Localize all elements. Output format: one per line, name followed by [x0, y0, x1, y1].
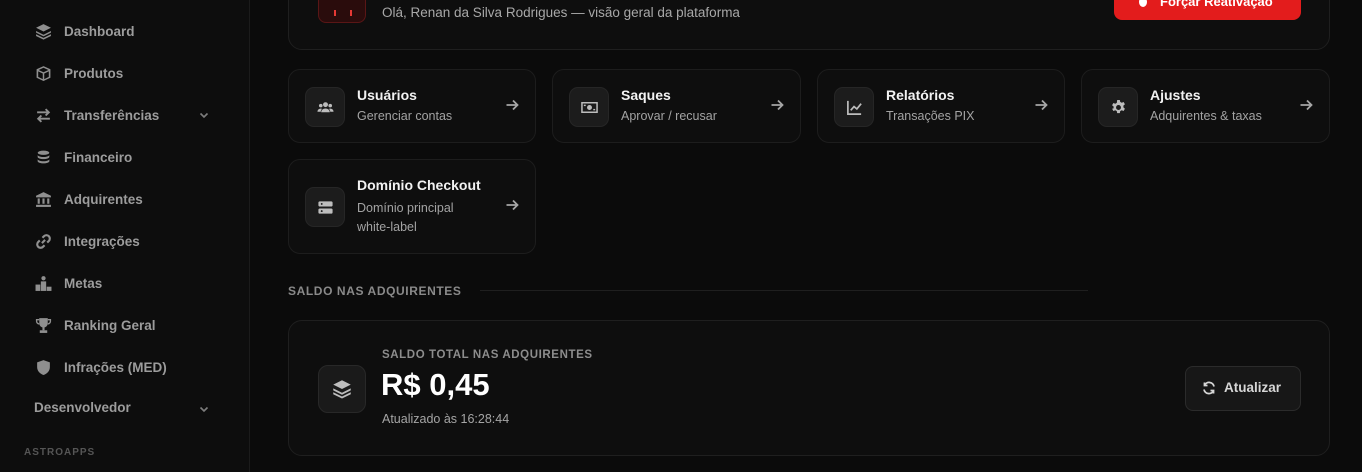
sidebar-item-label: Infrações (MED) [64, 359, 167, 375]
arrow-right-icon [1299, 98, 1313, 112]
users-icon [305, 87, 345, 127]
refresh-button[interactable]: Atualizar [1185, 366, 1301, 411]
quick-card-dominio-checkout[interactable]: Domínio Checkout Domínio principal white… [288, 159, 536, 254]
gear-icon [1098, 87, 1138, 127]
sidebar-item-financeiro[interactable]: Financeiro [0, 140, 249, 174]
arrow-right-icon [1034, 98, 1048, 112]
balance-card: SALDO TOTAL NAS ADQUIRENTES R$ 0,45 Atua… [288, 320, 1330, 456]
sidebar-section-desenvolvedor[interactable]: Desenvolvedor [34, 400, 131, 415]
sidebar-item-label: Integrações [64, 233, 140, 249]
sidebar-item-metas[interactable]: Metas [0, 266, 249, 300]
sidebar-item-label: Metas [64, 275, 103, 291]
server-icon [305, 187, 345, 227]
chart-line-icon [834, 87, 874, 127]
chevron-down-icon[interactable] [198, 402, 210, 414]
quick-card-usuarios[interactable]: Usuários Gerenciar contas [288, 69, 536, 143]
quick-card-ajustes[interactable]: Ajustes Adquirentes & taxas [1081, 69, 1330, 143]
bug-icon [1136, 0, 1150, 8]
refresh-icon [1202, 381, 1216, 395]
section-title: SALDO NAS ADQUIRENTES [288, 284, 462, 298]
sidebar-item-integracoes[interactable]: Integrações [0, 224, 249, 258]
sidebar-item-produtos[interactable]: Produtos [0, 56, 249, 90]
quick-card-title: Ajustes [1150, 87, 1201, 103]
layers-icon [318, 365, 366, 413]
quick-card-subtitle: Adquirentes & taxas [1150, 109, 1262, 123]
quick-card-relatorios[interactable]: Relatórios Transações PIX [817, 69, 1065, 143]
box-icon [35, 65, 52, 82]
sidebar-item-ranking-geral[interactable]: Ranking Geral [0, 308, 249, 342]
force-reactivation-button[interactable]: Forçar Reativação [1114, 0, 1301, 20]
arrow-right-icon [505, 198, 519, 212]
quick-card-subtitle: white-label [357, 220, 417, 234]
link-icon [35, 233, 52, 250]
trophy-icon [35, 317, 52, 334]
balance-updated-time: Atualizado às 16:28:44 [382, 412, 510, 426]
refresh-label: Atualizar [1224, 380, 1282, 395]
balance-label: SALDO TOTAL NAS ADQUIRENTES [382, 349, 593, 361]
sidebar-item-transferencias[interactable]: Transferências [0, 98, 249, 132]
sidebar-item-label: Transferências [64, 107, 160, 123]
sidebar-item-dashboard[interactable]: Dashboard [0, 14, 249, 48]
brand-logo [318, 0, 366, 23]
transfer-icon [35, 107, 52, 124]
quick-card-title: Usuários [357, 87, 417, 103]
quick-card-subtitle: Transações PIX [886, 109, 975, 123]
sidebar-group-label: ASTROAPPS [24, 447, 96, 458]
layers-icon [35, 23, 52, 40]
quick-card-title: Relatórios [886, 87, 955, 103]
quick-card-subtitle: Gerenciar contas [357, 109, 453, 123]
quick-card-subtitle: Domínio principal [357, 201, 454, 215]
chevron-down-icon[interactable] [198, 109, 210, 121]
arrow-right-icon [505, 98, 519, 112]
quick-card-saques[interactable]: Saques Aprovar / recusar [552, 69, 801, 143]
welcome-card: Olá, Renan da Silva Rodrigues — visão ge… [288, 0, 1330, 50]
sidebar-item-label: Adquirentes [64, 191, 143, 207]
force-reactivation-label: Forçar Reativação [1160, 0, 1273, 9]
money-icon [569, 87, 609, 127]
quick-card-subtitle: Aprovar / recusar [621, 109, 717, 123]
sidebar-item-label: Ranking Geral [64, 317, 156, 333]
welcome-subtitle: Olá, Renan da Silva Rodrigues — visão ge… [382, 5, 740, 20]
quick-card-title: Domínio Checkout [357, 177, 481, 193]
sidebar-item-label: Financeiro [64, 149, 133, 165]
podium-icon [35, 275, 52, 292]
coins-icon [35, 149, 52, 166]
bank-icon [35, 191, 52, 208]
quick-card-title: Saques [621, 87, 671, 103]
arrow-right-icon [770, 98, 784, 112]
sidebar-item-infracoes[interactable]: Infrações (MED) [0, 350, 249, 384]
shield-icon [35, 359, 52, 376]
balance-value: R$ 0,45 [381, 367, 490, 402]
sidebar-item-label: Produtos [64, 65, 124, 81]
sidebar-item-label: Dashboard [64, 23, 135, 39]
sidebar-item-adquirentes[interactable]: Adquirentes [0, 182, 249, 216]
section-divider [480, 290, 1088, 291]
sidebar: Dashboard Produtos Transferências Financ… [0, 0, 250, 472]
